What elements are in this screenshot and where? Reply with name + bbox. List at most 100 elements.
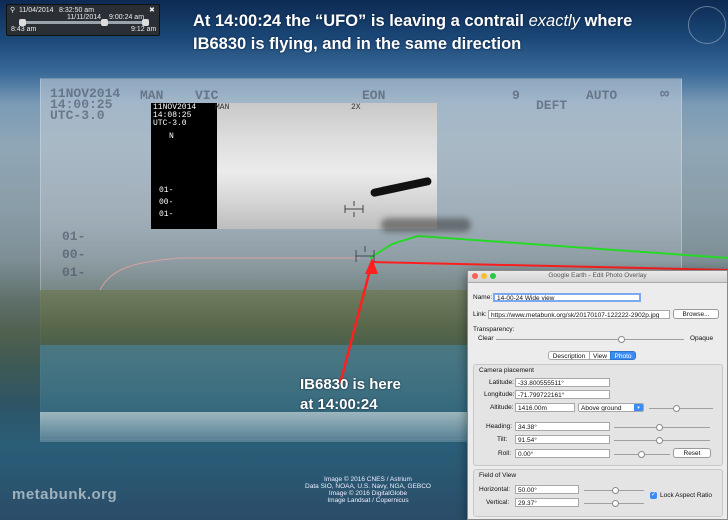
- heading-field[interactable]: 34.38°: [515, 422, 610, 431]
- camera-placement-title: Camera placement: [479, 367, 534, 374]
- inset-tick: 01-: [159, 210, 174, 219]
- roll-field[interactable]: 0.00°: [515, 449, 610, 458]
- inset-utc: UTC-3.0: [153, 119, 187, 128]
- heading-label: Heading:: [486, 423, 513, 430]
- roll-label: Roll:: [498, 450, 512, 457]
- time-slider-handle[interactable]: [101, 19, 108, 26]
- dialog-titlebar: Google Earth - Edit Photo Overlay: [468, 271, 727, 283]
- range-end-time: 9:12 am: [131, 26, 157, 33]
- headline-line2: IB6830 is flying, and in the same direct…: [193, 35, 522, 53]
- tab-view[interactable]: View: [589, 351, 611, 360]
- altitude-slider[interactable]: [649, 405, 713, 412]
- current-date: 11/11/2014: [67, 14, 101, 21]
- edit-photo-overlay-dialog: Google Earth - Edit Photo Overlay Name: …: [467, 270, 728, 520]
- lock-aspect-label: Lock Aspect Ratio: [660, 492, 713, 499]
- browse-button[interactable]: Browse...: [673, 309, 719, 319]
- name-label: Name:: [473, 294, 493, 301]
- roll-slider-thumb[interactable]: [638, 451, 645, 458]
- altitude-slider-thumb[interactable]: [673, 405, 680, 412]
- inset-tick: 00-: [159, 198, 174, 207]
- inset-reticle: [344, 201, 364, 217]
- headline-prefix: At 14:00:24 the “UFO” is leaving a contr…: [193, 12, 529, 30]
- transparency-label: Transparency:: [473, 326, 515, 333]
- navigation-compass[interactable]: [688, 6, 726, 44]
- camera-placement-group: Camera placement Latitude: -33.800555511…: [473, 364, 723, 466]
- annotation-line2: at 14:00:24: [300, 396, 378, 413]
- credit-line: Image © 2016 CNES / Astrium: [324, 476, 412, 483]
- start-date: 11/04/2014: [19, 7, 54, 14]
- tilt-slider[interactable]: [614, 437, 710, 444]
- tilt-label: Tilt:: [497, 436, 508, 443]
- inset-north: N: [169, 132, 174, 141]
- credit-line: Image Landsat / Copernicus: [327, 497, 409, 504]
- transparency-clear-label: Clear: [478, 335, 494, 342]
- roll-slider[interactable]: [614, 451, 670, 458]
- range-start-time: 8:43 am: [11, 26, 37, 33]
- annotation-label: IB6830 is here at 14:00:24: [300, 375, 401, 415]
- vertical-label: Vertical:: [486, 499, 510, 506]
- credit-line: Image © 2016 DigitalGlobe: [328, 490, 408, 497]
- altitude-field[interactable]: 1416.00m: [515, 403, 575, 412]
- time-slider-end-handle[interactable]: [142, 19, 149, 26]
- start-clock: 8:32:50 am: [59, 7, 95, 14]
- credit-line: Data SIO, NOAA, U.S. Navy, NGA, GEBCO: [305, 483, 431, 490]
- longitude-label: Longitude:: [484, 391, 515, 398]
- longitude-field[interactable]: -71.799722161°: [515, 390, 610, 399]
- inset-ticks: 01- 00- 01-: [159, 185, 173, 221]
- lock-aspect-checkbox[interactable]: ✓: [650, 492, 657, 499]
- transparency-slider-thumb[interactable]: [618, 336, 625, 343]
- tab-description[interactable]: Description: [548, 351, 590, 360]
- link-field[interactable]: https://www.metabunk.org/sk/20170107-122…: [488, 310, 670, 319]
- transparency-slider[interactable]: [496, 336, 684, 343]
- altitude-mode-select[interactable]: Above ground ▾: [578, 403, 644, 412]
- inset-zoom-tag: 2X: [351, 103, 361, 112]
- latitude-label: Latitude:: [489, 379, 514, 386]
- latitude-field[interactable]: -33.800555511°: [515, 378, 610, 387]
- hud-reticle: [355, 246, 375, 262]
- inset-tick: 01-: [159, 186, 174, 195]
- imagery-credits: Image © 2016 CNES / Astrium Data SIO, NO…: [298, 476, 438, 504]
- current-time: 9:00:24 am: [109, 14, 145, 21]
- headline-emphasis: exactly: [528, 12, 580, 30]
- headline-line1: At 14:00:24 the “UFO” is leaving a contr…: [193, 10, 713, 33]
- altitude-label: Altitude:: [490, 404, 514, 411]
- tilt-field[interactable]: 91.54°: [515, 435, 610, 444]
- field-of-view-title: Field of View: [479, 472, 517, 479]
- dialog-title: Google Earth - Edit Photo Overlay: [548, 272, 647, 279]
- green-track-line: [369, 234, 728, 259]
- red-arrow-head: [365, 258, 378, 274]
- time-slider-track[interactable]: [19, 19, 149, 26]
- watermark-logo: metabunk.org: [12, 486, 118, 503]
- heading-slider-thumb[interactable]: [656, 424, 663, 431]
- zoom-icon[interactable]: ⚲: [10, 6, 15, 14]
- link-label: Link:: [473, 311, 487, 318]
- transparency-opaque-label: Opaque: [690, 335, 714, 342]
- tilt-slider-thumb[interactable]: [656, 437, 663, 444]
- tab-photo[interactable]: Photo: [610, 351, 636, 360]
- time-slider-toolbar: ⚲ 11/04/2014 8:32:50 am ✖ 11/11/2014 9:0…: [6, 4, 160, 36]
- contrail-path: [99, 257, 360, 291]
- name-field[interactable]: 14-00-24 Wide view: [493, 293, 641, 302]
- horizontal-label: Horizontal:: [479, 486, 511, 493]
- ir-image: [217, 103, 437, 229]
- field-of-view-group: Field of View Horizontal: 50.00° Vertica…: [473, 469, 723, 517]
- inset-man: MAN: [215, 103, 230, 112]
- chevron-down-icon: ▾: [634, 404, 643, 411]
- vertical-fov-slider-thumb[interactable]: [612, 500, 619, 507]
- red-arrow-shaft: [338, 265, 373, 385]
- horizontal-fov-slider-thumb[interactable]: [612, 487, 619, 494]
- altitude-mode-value: Above ground: [581, 405, 622, 412]
- vertical-fov-slider[interactable]: [584, 500, 644, 507]
- vertical-fov-field[interactable]: 29.37°: [515, 498, 579, 507]
- horizontal-fov-slider[interactable]: [584, 487, 644, 494]
- blurred-object: [381, 218, 471, 232]
- heading-slider[interactable]: [614, 424, 710, 431]
- wrench-icon[interactable]: ✖: [149, 6, 155, 14]
- horizontal-fov-field[interactable]: 50.00°: [515, 485, 579, 494]
- headline-caption: At 14:00:24 the “UFO” is leaving a contr…: [193, 10, 713, 56]
- red-track-line: [371, 261, 728, 271]
- reset-button[interactable]: Reset: [673, 448, 711, 458]
- infrared-inset-photo: 11NOV2014 14:08:25 UTC-3.0 MAN 2X N 01- …: [151, 103, 471, 232]
- annotation-line1: IB6830 is here: [300, 376, 401, 393]
- time-slider-start-handle[interactable]: [19, 19, 26, 26]
